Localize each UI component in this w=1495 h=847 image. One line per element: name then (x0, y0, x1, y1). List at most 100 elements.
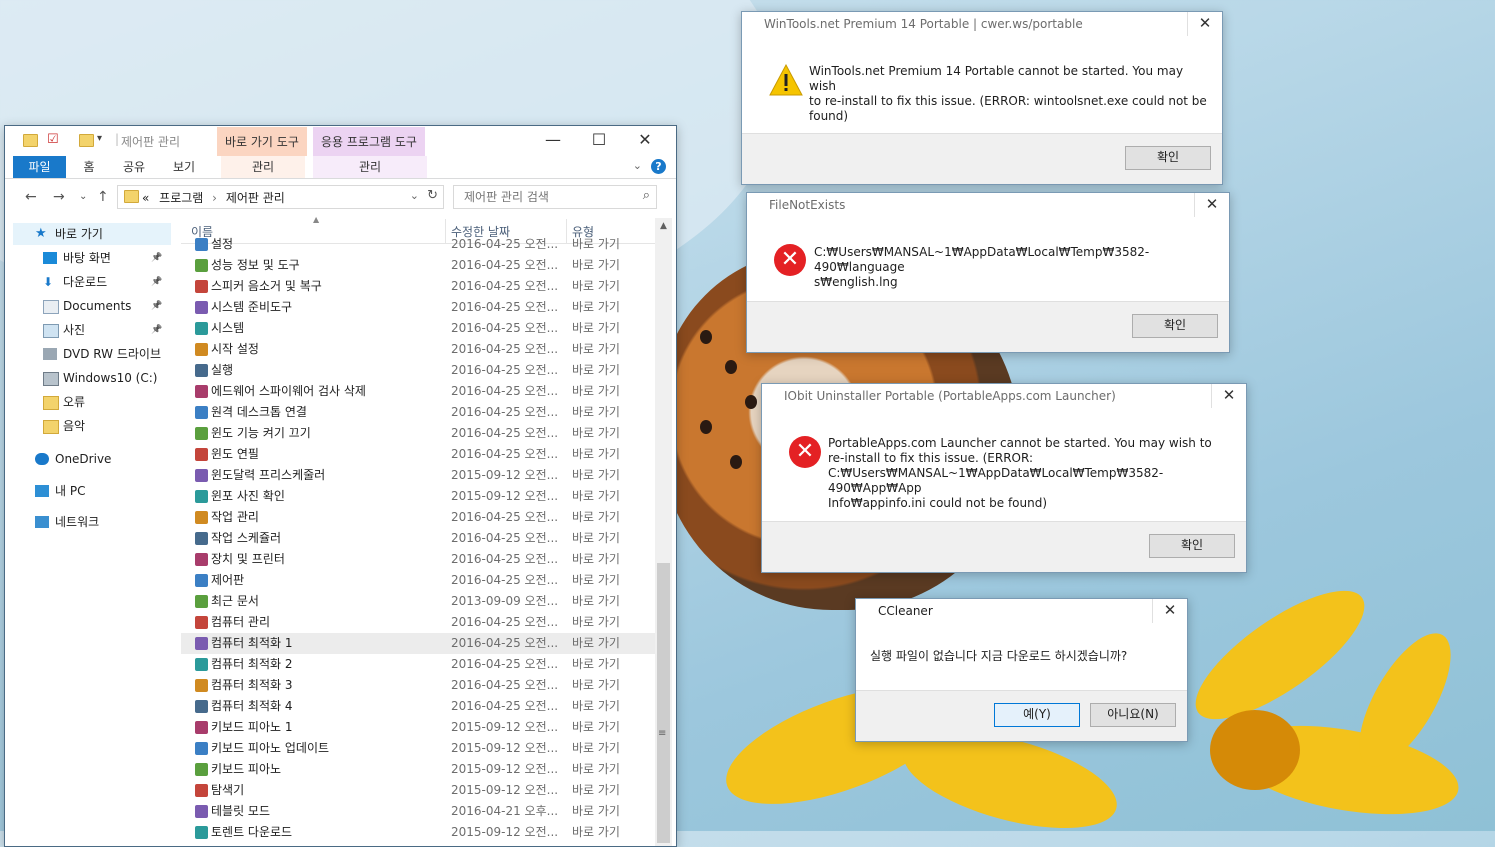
nav-item[interactable]: 오류 (13, 391, 171, 413)
file-row[interactable]: 윈도달력 프리스케줄러 2015-09-12 오전... 바로 가기 (181, 465, 655, 486)
file-date: 2016-04-25 오전... (451, 405, 559, 419)
file-type: 바로 가기 (572, 384, 620, 398)
tab-home[interactable]: 홈 (71, 156, 107, 178)
breadcrumb: « 프로그램 › 제어판 관리 (142, 189, 285, 206)
refresh-icon[interactable]: ↻ (427, 188, 438, 203)
file-row[interactable]: 시스템 준비도구 2016-04-25 오전... 바로 가기 (181, 297, 655, 318)
close-button[interactable]: ✕ (1187, 12, 1222, 36)
nav-item[interactable]: Windows10 (C:) (13, 367, 171, 389)
ok-button[interactable]: 확인 (1125, 146, 1211, 170)
quick-access-folder-icon[interactable] (23, 134, 38, 150)
dialog-footer: 예(Y) 아니요(N) (856, 690, 1187, 741)
address-bar[interactable]: « 프로그램 › 제어판 관리 ⌄ ↻ (117, 185, 444, 209)
scroll-thumb[interactable] (657, 563, 670, 843)
search-icon[interactable]: ⌕ (643, 188, 650, 203)
file-row[interactable]: 스피커 음소거 및 복구 2016-04-25 오전... 바로 가기 (181, 276, 655, 297)
close-button[interactable]: ✕ (1194, 193, 1229, 217)
no-button[interactable]: 아니요(N) (1090, 703, 1176, 727)
new-folder-icon[interactable] (79, 134, 94, 150)
ok-button[interactable]: 확인 (1149, 534, 1235, 558)
close-button[interactable]: ✕ (622, 126, 668, 156)
file-row[interactable]: 성능 정보 및 도구 2016-04-25 오전... 바로 가기 (181, 255, 655, 276)
help-icon[interactable]: ? (651, 159, 666, 174)
recent-locations-icon[interactable]: ⌄ (79, 191, 87, 202)
file-date: 2016-04-25 오전... (451, 447, 559, 461)
file-row[interactable]: 키보드 피아노 1 2015-09-12 오전... 바로 가기 (181, 717, 655, 738)
file-row[interactable]: 키보드 피아노 업데이트 2015-09-12 오전... 바로 가기 (181, 738, 655, 759)
ok-button[interactable]: 확인 (1132, 314, 1218, 338)
nav-item[interactable]: 네트워크 (13, 511, 171, 533)
file-row[interactable]: 작업 스케쥴러 2016-04-25 오전... 바로 가기 (181, 528, 655, 549)
tab-shortcut-manage[interactable]: 관리 (221, 156, 305, 178)
nav-item-label: DVD RW 드라이브 (63, 347, 161, 361)
context-tab-app-tools[interactable]: 응용 프로그램 도구 (313, 127, 425, 156)
file-row[interactable]: 시스템 2016-04-25 오전... 바로 가기 (181, 318, 655, 339)
butterfly-spot (725, 360, 737, 374)
pin-icon[interactable]: 📌 (151, 247, 162, 269)
file-row[interactable]: 컴퓨터 최적화 4 2016-04-25 오전... 바로 가기 (181, 696, 655, 717)
nav-item[interactable]: 내 PC (13, 480, 171, 502)
close-button[interactable]: ✕ (1152, 599, 1187, 623)
file-row[interactable]: 시작 설정 2016-04-25 오전... 바로 가기 (181, 339, 655, 360)
breadcrumb-control-panel-admin[interactable]: 제어판 관리 (226, 191, 285, 205)
file-type: 바로 가기 (572, 363, 620, 377)
close-button[interactable]: ✕ (1211, 384, 1246, 408)
address-dropdown-icon[interactable]: ⌄ (410, 189, 419, 202)
nav-item[interactable]: OneDrive (13, 448, 171, 470)
file-row[interactable]: 테블릿 모드 2016-04-21 오후... 바로 가기 (181, 801, 655, 822)
breadcrumb-programs[interactable]: 프로그램 (159, 191, 203, 205)
search-input[interactable] (462, 186, 636, 208)
file-row[interactable]: 장치 및 프린터 2016-04-25 오전... 바로 가기 (181, 549, 655, 570)
up-arrow-icon[interactable]: ↑ (97, 189, 109, 205)
file-row[interactable]: 컴퓨터 최적화 3 2016-04-25 오전... 바로 가기 (181, 675, 655, 696)
file-date: 2016-04-25 오전... (451, 300, 559, 314)
customize-quick-access-icon[interactable]: ▾ (97, 133, 102, 144)
file-row[interactable]: 윈포 사진 확인 2015-09-12 오전... 바로 가기 (181, 486, 655, 507)
expand-ribbon-icon[interactable]: ⌄ (633, 159, 642, 172)
nav-item[interactable]: ★ 바로 가기 (13, 223, 171, 245)
tab-share[interactable]: 공유 (113, 156, 155, 178)
tab-app-manage[interactable]: 관리 (313, 156, 427, 178)
nav-item[interactable]: 바탕 화면 📌 (13, 247, 171, 269)
nav-item[interactable]: ⬇ 다운로드 📌 (13, 271, 171, 293)
forward-arrow-icon[interactable]: → (53, 189, 65, 205)
file-row[interactable]: 윈도 연필 2016-04-25 오전... 바로 가기 (181, 444, 655, 465)
file-row[interactable]: 키보드 피아노 2015-09-12 오전... 바로 가기 (181, 759, 655, 780)
back-arrow-icon[interactable]: ← (25, 189, 37, 205)
file-row[interactable]: 윈도 기능 켜기 끄기 2016-04-25 오전... 바로 가기 (181, 423, 655, 444)
search-box[interactable]: ⌕ (453, 185, 657, 209)
file-row[interactable]: 컴퓨터 관리 2016-04-25 오전... 바로 가기 (181, 612, 655, 633)
nav-item[interactable]: DVD RW 드라이브 (13, 343, 171, 365)
file-row[interactable]: 컴퓨터 최적화 1 2016-04-25 오전... 바로 가기 (181, 633, 655, 654)
scroll-up-icon[interactable]: ▲ (655, 218, 672, 235)
file-type: 바로 가기 (572, 636, 620, 650)
nav-item[interactable]: Documents 📌 (13, 295, 171, 317)
file-row[interactable]: 토렌트 다운로드 2015-09-12 오전... 바로 가기 (181, 822, 655, 843)
nav-item[interactable]: 음악 (13, 415, 171, 437)
nav-item[interactable]: 사진 📌 (13, 319, 171, 341)
minimize-button[interactable]: — (530, 126, 576, 156)
file-list: 이름 ▲ 수정한 날짜 유형 설정 2016-04-25 오전... 바로 가기 성능… (181, 215, 655, 846)
properties-check-icon[interactable]: ☑ (47, 132, 59, 147)
maximize-button[interactable]: ☐ (576, 126, 622, 156)
nav-item-label: Windows10 (C:) (63, 371, 158, 385)
pin-icon[interactable]: 📌 (151, 271, 162, 293)
file-row[interactable]: 제어판 2016-04-25 오전... 바로 가기 (181, 570, 655, 591)
shortcut-icon (195, 490, 208, 503)
tab-file[interactable]: 파일 (13, 156, 66, 178)
file-row[interactable]: 에드웨어 스파이웨어 검사 삭제 2016-04-25 오전... 바로 가기 (181, 381, 655, 402)
tab-view[interactable]: 보기 (163, 156, 205, 178)
pin-icon[interactable]: 📌 (151, 295, 162, 317)
file-row[interactable]: 원격 데스크톱 연결 2016-04-25 오전... 바로 가기 (181, 402, 655, 423)
file-row[interactable]: 최근 문서 2013-09-09 오전... 바로 가기 (181, 591, 655, 612)
yes-button[interactable]: 예(Y) (994, 703, 1080, 727)
breadcrumb-overflow[interactable]: « (142, 191, 149, 205)
context-tab-shortcut-tools[interactable]: 바로 가기 도구 (217, 127, 307, 156)
file-row[interactable]: 설정 2016-04-25 오전... 바로 가기 (181, 234, 655, 255)
file-row[interactable]: 실행 2016-04-25 오전... 바로 가기 (181, 360, 655, 381)
file-row[interactable]: 컴퓨터 최적화 2 2016-04-25 오전... 바로 가기 (181, 654, 655, 675)
pin-icon[interactable]: 📌 (151, 319, 162, 341)
file-row[interactable]: 작업 관리 2016-04-25 오전... 바로 가기 (181, 507, 655, 528)
vertical-scrollbar[interactable]: ▲ ≡ (655, 218, 672, 846)
file-row[interactable]: 탐색기 2015-09-12 오전... 바로 가기 (181, 780, 655, 801)
